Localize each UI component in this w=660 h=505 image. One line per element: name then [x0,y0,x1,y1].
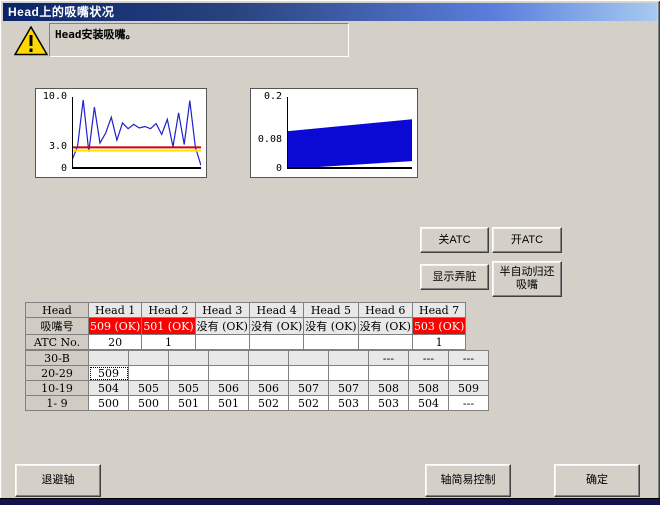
station-cell[interactable] [329,351,369,366]
station-cell[interactable]: --- [369,351,409,366]
station-cell[interactable]: 503 [369,396,409,411]
screen-edge-strip [0,498,660,505]
station-cell[interactable]: --- [449,396,489,411]
row-label: Head [26,303,89,318]
row-label: ATC No. [26,335,89,350]
station-cell[interactable]: 507 [329,381,369,396]
station-cell[interactable] [209,351,249,366]
station-cell[interactable] [169,366,209,381]
station-cell[interactable]: 509 [449,381,489,396]
y-tick-label: 0 [36,163,67,174]
station-row-label: 20-29 [26,366,89,381]
head-status-cell: 没有 (OK) [358,318,412,335]
semi-auto-return-nozzle-button[interactable]: 半自动归还吸嘴 [492,261,562,297]
row-label: 吸嘴号 [26,318,89,335]
y-tick-label: 0.2 [251,91,282,102]
station-cell[interactable]: 501 [169,396,209,411]
head-column-header: Head 1 [89,303,142,318]
head-column-header: Head 5 [304,303,358,318]
head-status-cell: 501 (OK) [142,318,195,335]
atc-on-button[interactable]: 开ATC [492,227,562,253]
head-column-header: Head 4 [249,303,303,318]
station-cell[interactable] [129,351,169,366]
area-chart-panel: 0 0.08 0.2 [250,88,418,178]
ok-button[interactable]: 确定 [554,464,640,497]
head-status-cell: 503 (OK) [412,318,465,335]
station-cell[interactable]: 501 [209,396,249,411]
station-cell[interactable] [329,366,369,381]
station-cell[interactable]: 502 [289,396,329,411]
line-chart-plot-area [72,97,201,169]
station-cell[interactable] [289,366,329,381]
station-cell[interactable]: 505 [129,381,169,396]
head-status-cell: 没有 (OK) [304,318,358,335]
message-panel: Head安装吸嘴。 [49,23,349,57]
head-column-header: Head 7 [412,303,465,318]
area-chart-plot-area [287,97,412,169]
area-chart-svg [287,97,412,169]
station-cell[interactable] [449,366,489,381]
head-status-cell [304,335,358,350]
station-cell[interactable]: 508 [409,381,449,396]
station-cell[interactable]: 500 [89,396,129,411]
station-cell[interactable]: 504 [89,381,129,396]
y-tick-label: 10.0 [36,91,67,102]
message-text: Head安装吸嘴。 [55,28,137,41]
station-cell[interactable] [169,351,209,366]
head-status-cell [249,335,303,350]
retract-axis-button[interactable]: 退避轴 [15,464,101,497]
station-cell[interactable]: 509 [89,366,129,381]
station-cell[interactable] [289,351,329,366]
data-series-line [72,100,201,165]
head-status-cell: 1 [412,335,465,350]
window-title: Head上的吸嘴状况 [8,5,114,19]
nozzle-station-table: 30-B---------20-2950910-1950450550550650… [25,350,489,411]
head-status-cell: 20 [89,335,142,350]
station-cell[interactable]: --- [449,351,489,366]
station-cell[interactable] [249,351,289,366]
warning-icon [14,26,48,56]
dialog-head-nozzle-status: Head上的吸嘴状况 Head安装吸嘴。 0 3.0 10.0 0 0.08 0.2 关… [0,0,660,505]
head-status-cell: 没有 (OK) [249,318,303,335]
line-chart-svg [72,97,201,169]
head-status-cell [358,335,412,350]
head-status-cell: 509 (OK) [89,318,142,335]
y-tick-label: 0 [251,163,282,174]
head-status-cell [195,335,249,350]
head-nozzle-table: HeadHead 1Head 2Head 3Head 4Head 5Head 6… [25,302,466,350]
station-cell[interactable]: 505 [169,381,209,396]
station-cell[interactable]: 502 [249,396,289,411]
station-cell[interactable]: 506 [249,381,289,396]
station-cell[interactable] [409,366,449,381]
station-cell[interactable]: 500 [129,396,169,411]
head-column-header: Head 6 [358,303,412,318]
station-cell[interactable]: 506 [209,381,249,396]
station-cell[interactable] [249,366,289,381]
y-tick-label: 0.08 [251,134,282,145]
station-cell[interactable]: --- [409,351,449,366]
station-cell[interactable]: 508 [369,381,409,396]
show-dirty-button[interactable]: 显示弄脏 [420,264,489,290]
station-cell[interactable]: 504 [409,396,449,411]
station-cell[interactable]: 503 [329,396,369,411]
y-tick-label: 3.0 [36,141,67,152]
atc-off-button[interactable]: 关ATC [420,227,489,253]
station-row-label: 10-19 [26,381,89,396]
head-status-cell: 没有 (OK) [195,318,249,335]
station-cell[interactable]: 507 [289,381,329,396]
axis-simple-control-button[interactable]: 轴简易控制 [425,464,511,497]
head-status-cell: 1 [142,335,195,350]
station-row-label: 1- 9 [26,396,89,411]
station-cell[interactable] [129,366,169,381]
station-cell[interactable] [89,351,129,366]
head-column-header: Head 3 [195,303,249,318]
title-bar: Head上的吸嘴状况 [3,3,657,21]
station-row-label: 30-B [26,351,89,366]
head-column-header: Head 2 [142,303,195,318]
station-cell[interactable] [369,366,409,381]
data-band-area [287,119,412,169]
station-cell[interactable] [209,366,249,381]
line-chart-panel: 0 3.0 10.0 [35,88,207,178]
